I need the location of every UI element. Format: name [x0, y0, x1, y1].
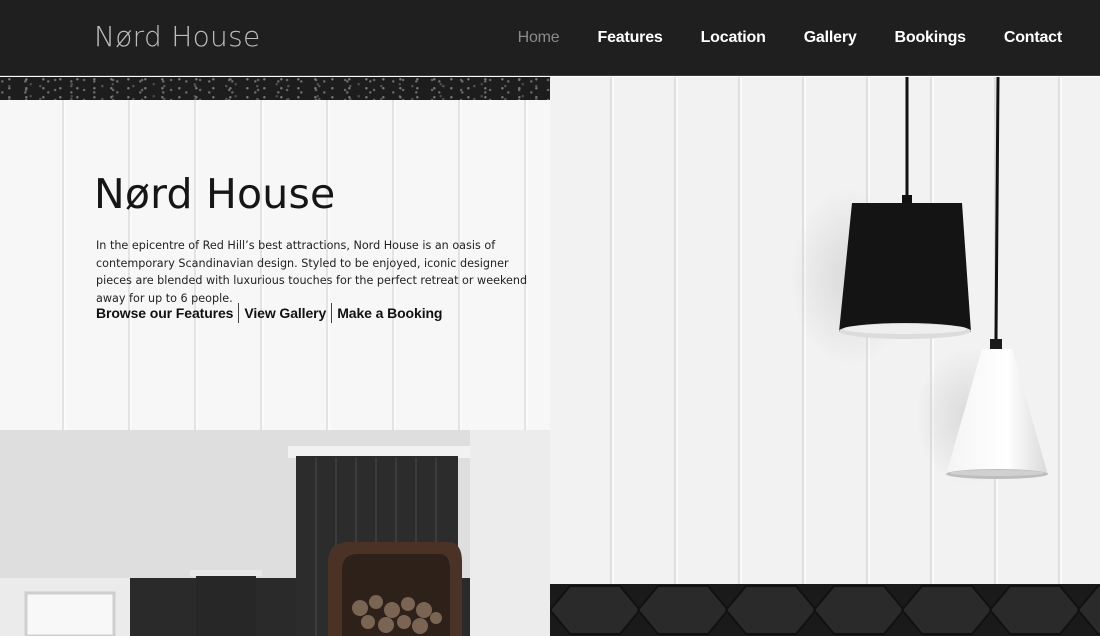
make-booking-link[interactable]: Make a Booking: [337, 305, 442, 321]
main-nav: Home Features Location Gallery Bookings …: [480, 0, 1063, 76]
browse-features-link[interactable]: Browse our Features: [96, 305, 233, 321]
speckled-divider-strip: [0, 77, 550, 100]
pendant-lamps-illustration: [790, 77, 1048, 487]
nav-link-home[interactable]: Home: [518, 29, 560, 47]
nav-link-gallery[interactable]: Gallery: [804, 29, 857, 47]
brand-logo[interactable]: Nørd House: [94, 20, 261, 53]
pendant-lamps-photo: [550, 77, 1100, 584]
view-gallery-link[interactable]: View Gallery: [244, 305, 326, 321]
hero-title: Nørd House: [94, 170, 336, 218]
hero-description: In the epicentre of Red Hill’s best attr…: [96, 239, 528, 305]
link-divider: [238, 303, 240, 323]
hero-links: Browse our Features View Gallery Make a …: [96, 303, 442, 323]
nav-link-location[interactable]: Location: [701, 29, 766, 47]
hero-intro-panel: Nørd House In the epicentre of Red Hill’…: [0, 100, 550, 430]
hexagon-tiles-photo: [550, 584, 1100, 636]
nav-link-contact[interactable]: Contact: [1004, 29, 1062, 47]
interior-fireplace-photo: [0, 430, 550, 636]
site-header: Nørd House Home Features Location Galler…: [0, 0, 1100, 76]
hexagon-tiles-illustration: [550, 585, 1100, 635]
nav-link-features[interactable]: Features: [598, 29, 663, 47]
link-divider: [331, 303, 333, 323]
nav-link-bookings[interactable]: Bookings: [895, 29, 966, 47]
interior-illustration: [0, 430, 550, 636]
